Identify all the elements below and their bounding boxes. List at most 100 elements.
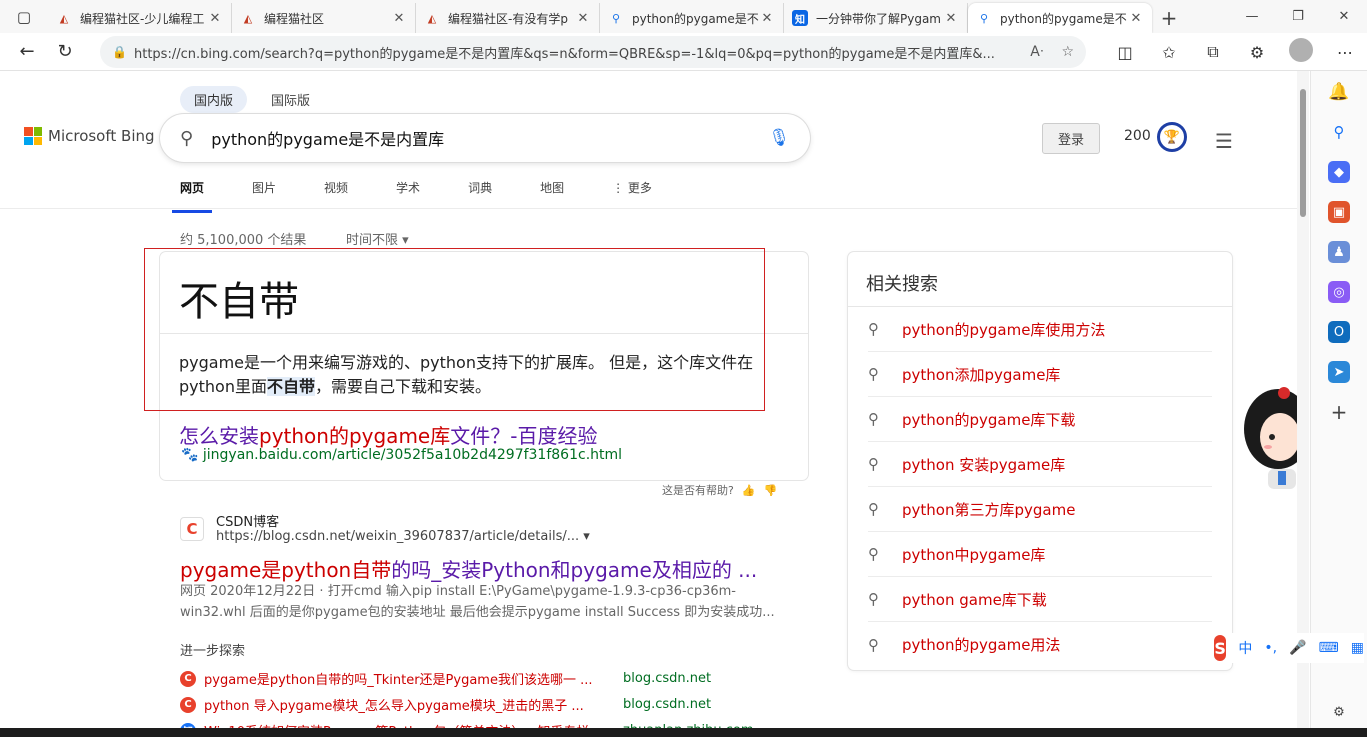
- nav-tab[interactable]: 网页: [172, 171, 213, 213]
- favorites-icon[interactable]: ✩: [1147, 43, 1191, 62]
- mascot-character-icon[interactable]: [1244, 385, 1298, 497]
- scrollbar-thumb[interactable]: [1300, 89, 1306, 217]
- refresh-icon[interactable]: ↻: [46, 36, 84, 68]
- browser-tab[interactable]: ◭ 编程猫社区-少儿编程工 ✕: [48, 3, 232, 33]
- thumbs-up-icon[interactable]: 👍: [742, 484, 756, 497]
- nav-tab[interactable]: 词典: [460, 171, 500, 213]
- url-text[interactable]: https://cn.bing.com/search?q=python的pyga…: [134, 43, 1030, 62]
- nav-tab[interactable]: 学术: [388, 171, 428, 213]
- nav-tab[interactable]: 视频: [316, 171, 356, 213]
- zhihu-icon: 知: [792, 10, 808, 26]
- related-search-item[interactable]: ⚲ python的pygame库下载: [868, 397, 1212, 442]
- ime-mic-icon[interactable]: 🎤: [1289, 640, 1306, 656]
- browser-tab[interactable]: ⚲ python的pygame是不 ✕: [600, 3, 784, 33]
- ime-punct-toggle[interactable]: •,: [1264, 640, 1277, 656]
- search-box[interactable]: ⚲ python的pygame是不是内置库 🎙: [160, 114, 810, 162]
- nav-tab[interactable]: ⋮ 更多: [604, 171, 660, 213]
- search-input[interactable]: python的pygame是不是内置库: [211, 126, 768, 150]
- restore-icon[interactable]: ❐: [1275, 0, 1321, 33]
- tab-actions-icon[interactable]: ▢: [0, 0, 48, 33]
- search-nav-tabs: 网页 图片 视频 学术 词典 地图 ⋮ 更多: [172, 171, 692, 213]
- tab-close-icon[interactable]: ✕: [575, 11, 591, 26]
- notification-bell-icon[interactable]: 🔔: [1328, 81, 1350, 103]
- games-icon[interactable]: ♟: [1328, 241, 1350, 263]
- collections-icon[interactable]: ⧉: [1191, 42, 1235, 62]
- related-search-text: python的pygame用法: [902, 636, 1061, 654]
- browser-toolbar: ← ↻ 🔒 https://cn.bing.com/search?q=pytho…: [0, 33, 1367, 71]
- browser-tab[interactable]: ◭ 编程猫社区-有没有学p ✕: [416, 3, 600, 33]
- split-screen-icon[interactable]: ◫: [1103, 43, 1147, 62]
- related-search-item[interactable]: ⚲ python 安装pygame库: [868, 442, 1212, 487]
- lock-icon: 🔒: [112, 45, 127, 59]
- signin-button[interactable]: 登录: [1042, 123, 1100, 154]
- tab-close-icon[interactable]: ✕: [943, 11, 959, 26]
- search-icon: ⚲: [868, 320, 879, 338]
- browser-tab[interactable]: ⚲ python的pygame是不 ✕: [968, 3, 1152, 33]
- office-icon[interactable]: ◎: [1328, 281, 1350, 303]
- tab-close-icon[interactable]: ✕: [1128, 11, 1144, 26]
- minimize-icon[interactable]: —: [1229, 0, 1275, 33]
- sub-result-row[interactable]: Cpython 导入pygame模块_怎么导入pygame模块_进击的黑子 ..…: [180, 695, 711, 714]
- sub-result-title[interactable]: pygame是python自带的吗_Tkinter还是Pygame我们该选哪一 …: [204, 669, 623, 688]
- tab-title: 编程猫社区: [264, 11, 325, 26]
- favorite-star-icon[interactable]: ☆: [1061, 44, 1074, 60]
- browser-tab[interactable]: ◭ 编程猫社区 ✕: [232, 3, 416, 33]
- related-search-item[interactable]: ⚲ python的pygame库使用方法: [868, 307, 1212, 352]
- bing-results-page: 国内版 国际版 Microsoft Bing ⚲ python的pygame是不…: [0, 71, 1298, 737]
- market-tab-intl[interactable]: 国际版: [257, 86, 324, 113]
- related-search-item[interactable]: ⚲ python game库下载: [868, 577, 1212, 622]
- close-window-icon[interactable]: ✕: [1321, 0, 1367, 33]
- tools-briefcase-icon[interactable]: ▣: [1328, 201, 1350, 223]
- baidu-paw-icon: 🐾: [181, 447, 199, 463]
- tab-close-icon[interactable]: ✕: [759, 11, 775, 26]
- ime-grid-icon[interactable]: ▦: [1351, 640, 1364, 656]
- answer-source-link[interactable]: 怎么安装python的pygame库文件？-百度经验: [179, 420, 597, 449]
- settings-more-icon[interactable]: ⋯: [1323, 43, 1367, 62]
- nav-tab[interactable]: 地图: [532, 171, 572, 213]
- sub-result-title[interactable]: python 导入pygame模块_怎么导入pygame模块_进击的黑子 ...: [204, 695, 623, 714]
- tab-close-icon[interactable]: ✕: [391, 11, 407, 26]
- result-title-link[interactable]: pygame是python自带的吗_安装Python和pygame及相应的 ..…: [180, 554, 757, 583]
- related-search-item[interactable]: ⚲ python的pygame用法: [868, 622, 1212, 667]
- sogou-logo-icon[interactable]: S: [1214, 635, 1227, 661]
- menu-icon[interactable]: ☰: [1215, 129, 1233, 153]
- related-search-item[interactable]: ⚲ python第三方库pygame: [868, 487, 1212, 532]
- tab-title: python的pygame是不: [632, 11, 759, 26]
- new-tab-button[interactable]: +: [1152, 3, 1186, 33]
- send-icon[interactable]: ➤: [1328, 361, 1350, 383]
- search-icon: ⚲: [868, 455, 879, 473]
- result-url[interactable]: https://blog.csdn.net/weixin_39607837/ar…: [216, 529, 590, 544]
- result-site-name: CSDN博客: [216, 515, 280, 530]
- answer-source-url[interactable]: 🐾 jingyan.baidu.com/article/3052f5a10b2d…: [181, 447, 622, 463]
- related-search-text: python的pygame库使用方法: [902, 320, 1106, 339]
- back-icon[interactable]: ←: [8, 36, 46, 68]
- rewards-points[interactable]: 200: [1124, 128, 1151, 144]
- read-aloud-icon[interactable]: Aᐧ: [1030, 44, 1043, 60]
- extensions-icon[interactable]: ⚙: [1235, 43, 1279, 62]
- related-search-item[interactable]: ⚲ python中pygame库: [868, 532, 1212, 577]
- ime-keyboard-icon[interactable]: ⌨: [1319, 640, 1339, 656]
- nav-tab[interactable]: 图片: [244, 171, 284, 213]
- csdn-icon: C: [180, 517, 204, 541]
- add-sidebar-app-icon[interactable]: +: [1328, 400, 1350, 424]
- rewards-trophy-icon[interactable]: 🏆: [1157, 122, 1187, 152]
- market-tab-cn[interactable]: 国内版: [180, 86, 248, 113]
- result-count: 约 5,100,000 个结果: [180, 233, 307, 248]
- tab-close-icon[interactable]: ✕: [207, 11, 223, 26]
- address-bar[interactable]: 🔒 https://cn.bing.com/search?q=python的py…: [100, 36, 1086, 68]
- profile-avatar[interactable]: [1279, 38, 1323, 66]
- bing-logo[interactable]: Microsoft Bing: [24, 127, 155, 145]
- related-search-item[interactable]: ⚲ python添加pygame库: [868, 352, 1212, 397]
- shopping-tag-icon[interactable]: ◆: [1328, 161, 1350, 183]
- sub-result-row[interactable]: Cpygame是python自带的吗_Tkinter还是Pygame我们该选哪一…: [180, 669, 711, 688]
- thumbs-down-icon[interactable]: 👎: [764, 484, 778, 497]
- microphone-icon[interactable]: 🎙: [768, 128, 790, 148]
- outlook-icon[interactable]: O: [1328, 321, 1350, 343]
- csdn-icon: C: [180, 696, 196, 713]
- browser-tab[interactable]: 知一分钟带你了解Pygam ✕: [784, 3, 968, 33]
- ime-lang-toggle[interactable]: 中: [1238, 638, 1252, 658]
- sidebar-settings-icon[interactable]: ⚙: [1328, 701, 1350, 723]
- time-filter[interactable]: 时间不限 ▾: [346, 229, 409, 248]
- sidebar-search-icon[interactable]: ⚲: [1328, 121, 1350, 143]
- codemao-icon: ◭: [243, 11, 253, 25]
